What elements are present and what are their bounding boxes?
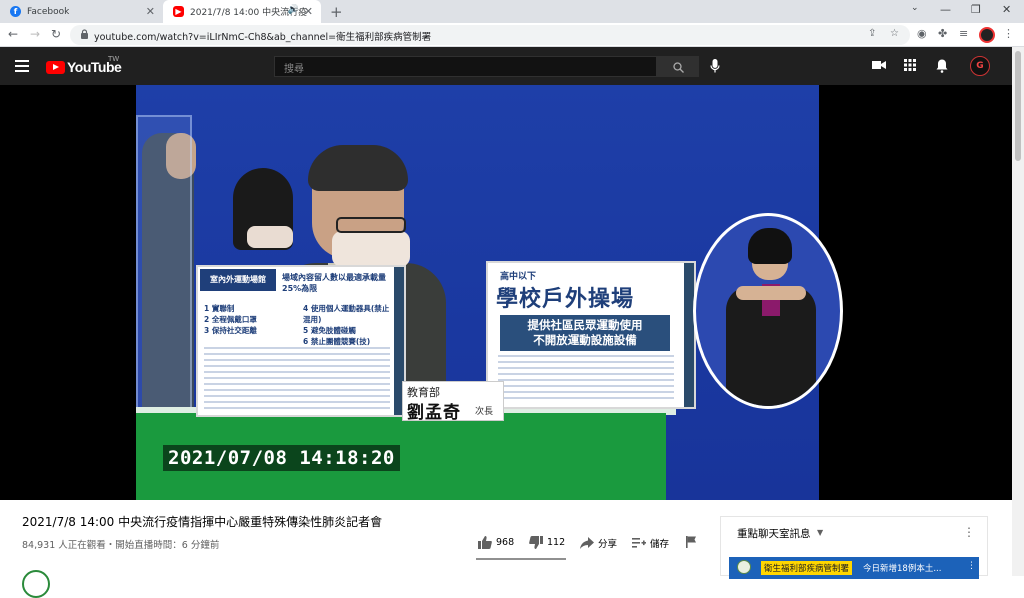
dislike-button[interactable]: 112 — [529, 536, 565, 549]
share-page-icon[interactable]: ⇪ — [868, 28, 876, 39]
nameplate-title: 次長 — [475, 407, 494, 417]
scrollbar-thumb[interactable] — [1015, 51, 1021, 161]
forward-button[interactable]: → — [30, 27, 40, 41]
board1-item: 4 使用個人運動器具(禁止混用) — [303, 304, 390, 324]
youtube-play-icon — [46, 60, 65, 74]
board1-header: 室內外運動場館 — [200, 269, 276, 291]
browser-profile-avatar[interactable] — [979, 27, 995, 43]
extension-icon[interactable]: ◉ — [917, 27, 927, 40]
reading-list-icon[interactable]: ≡ — [959, 27, 968, 40]
tab-youtube[interactable]: ▶ 2021/7/8 14:00 中央流行疫 🔊 ✕ — [163, 0, 321, 23]
browser-toolbar: ← → ↻ youtube.com/watch?v=iLIrNmC-Ch8&ab… — [0, 23, 1024, 47]
pinned-author-avatar — [737, 560, 751, 574]
thumbs-down-icon — [529, 536, 543, 549]
share-label: 分享 — [598, 539, 618, 550]
close-tab-icon[interactable]: ✕ — [304, 5, 313, 18]
nameplate-name: 劉孟奇 — [407, 403, 461, 423]
page-scrollbar[interactable] — [1012, 47, 1024, 576]
tab-facebook[interactable]: f Facebook ✕ — [0, 0, 163, 23]
board1-item: 3 保持社交距離 — [204, 326, 257, 335]
country-code: TW — [108, 55, 120, 63]
audio-playing-icon[interactable]: 🔊 — [288, 5, 299, 15]
close-tab-icon[interactable]: ✕ — [146, 5, 155, 18]
board1-item: 1 實聯制 — [204, 304, 235, 313]
save-label: 儲存 — [650, 539, 670, 550]
lock-icon — [81, 29, 88, 39]
channel-avatar[interactable] — [22, 570, 50, 598]
like-count: 968 — [496, 537, 515, 548]
board1-item: 6 禁止團體競賽(技) — [303, 337, 371, 346]
search-icon — [673, 62, 684, 73]
search-input[interactable]: 搜尋 — [274, 56, 657, 77]
chevron-down-icon[interactable]: ▼ — [817, 528, 823, 537]
pinned-more-icon[interactable]: ⋮ — [967, 561, 976, 571]
search-button[interactable] — [657, 56, 699, 77]
create-video-icon[interactable] — [872, 59, 886, 71]
browser-tab-strip: f Facebook ✕ ▶ 2021/7/8 14:00 中央流行疫 🔊 ✕ … — [0, 0, 1024, 23]
tab-search-icon[interactable]: ⌄ — [911, 3, 919, 13]
save-button[interactable]: 儲存 — [632, 536, 669, 550]
board2-side-strip — [684, 263, 694, 407]
apps-grid-icon[interactable] — [904, 59, 916, 71]
board2-subtitle-line: 提供社區民眾運動使用 — [527, 318, 643, 332]
tab-label: Facebook — [27, 6, 70, 17]
chat-more-options-icon[interactable]: ⋮ — [963, 525, 975, 539]
board1-item: 5 避免肢體碰觸 — [303, 326, 356, 335]
flag-icon — [686, 536, 696, 548]
chat-mode-selector[interactable]: 重點聊天室訊息 — [737, 526, 811, 541]
like-ratio-bar — [476, 558, 566, 560]
share-button[interactable]: 分享 — [580, 536, 617, 550]
video-player[interactable]: 室內外運動場館 場域內容留人數以最適承載量25%為限 1 實聯制 2 全程佩戴口… — [0, 85, 1012, 500]
new-tab-button[interactable]: + — [330, 3, 343, 21]
account-avatar[interactable]: G — [970, 56, 990, 76]
sign-language-interpreter — [693, 213, 843, 409]
video-meta: 84,931 人正在觀看・開始直播時間：6 分鐘前 — [22, 540, 220, 551]
board1-title: 場域內容留人數以最適承載量25%為限 — [282, 273, 386, 293]
pinned-message-text: 今日新增18例本土... — [863, 564, 942, 574]
report-button[interactable] — [686, 536, 701, 548]
speaker-nameplate: 教育部 劉孟奇 次長 — [402, 381, 504, 423]
close-window-button[interactable]: ✕ — [1002, 3, 1011, 16]
youtube-masthead: YouTube TW 搜尋 — [0, 47, 1024, 85]
board2-subtitle: 提供社區民眾運動使用 不開放運動設施設備 — [500, 315, 670, 351]
share-arrow-icon — [580, 537, 594, 549]
microphone-icon[interactable] — [710, 59, 720, 73]
notifications-bell-icon[interactable] — [936, 59, 948, 73]
address-bar[interactable]: youtube.com/watch?v=iLIrNmC-Ch8&ab_chann… — [70, 25, 910, 45]
video-timestamp-overlay: 2021/07/08 14:18:20 — [163, 445, 400, 471]
playlist-add-icon — [632, 538, 646, 548]
board1-fine-print — [204, 347, 390, 413]
info-board-indoor-outdoor-venues: 室內外運動場館 場域內容留人數以最適承載量25%為限 1 實聯制 2 全程佩戴口… — [196, 265, 406, 417]
video-title: 2021/7/8 14:00 中央流行疫情指揮中心嚴重特殊傳染性肺炎記者會 — [22, 515, 383, 529]
browser-menu-icon[interactable]: ⋮ — [1003, 27, 1014, 40]
search-placeholder: 搜尋 — [284, 64, 304, 75]
board2-subtitle-line: 不開放運動設施設備 — [533, 333, 637, 347]
board1-items: 1 實聯制 2 全程佩戴口罩 3 保持社交距離 4 使用個人運動器具(禁止混用)… — [204, 303, 394, 347]
minimize-button[interactable]: — — [940, 3, 951, 16]
back-button[interactable]: ← — [8, 27, 18, 41]
info-board-school-field: 高中以下 學校戶外操場 提供社區民眾運動使用 不開放運動設施設備 — [486, 261, 696, 409]
pinned-author-badge: 衛生福利部疾病管制署 — [761, 561, 853, 575]
acrylic-divider — [136, 115, 192, 415]
menu-icon[interactable] — [15, 60, 29, 72]
reload-button[interactable]: ↻ — [51, 27, 61, 41]
extensions-puzzle-icon[interactable]: ✤ — [938, 27, 947, 40]
maximize-button[interactable]: ❐ — [971, 3, 981, 16]
url-text: youtube.com/watch?v=iLIrNmC-Ch8&ab_chann… — [94, 32, 432, 43]
thumbs-up-icon — [478, 536, 492, 549]
dislike-count: 112 — [547, 537, 566, 548]
bookmark-star-icon[interactable]: ☆ — [890, 28, 899, 39]
like-button[interactable]: 968 — [478, 536, 514, 549]
facebook-icon: f — [10, 6, 21, 17]
board2-title: 學校戶外操場 — [496, 287, 635, 312]
board1-item: 2 全程佩戴口罩 — [204, 315, 257, 324]
live-chat-panel: 重點聊天室訊息 ▼ ⋮ 衛生福利部疾病管制署 今日新增18例本土... ⋮ — [720, 516, 988, 579]
board2-fine-print — [498, 355, 674, 401]
youtube-icon: ▶ — [173, 6, 184, 17]
